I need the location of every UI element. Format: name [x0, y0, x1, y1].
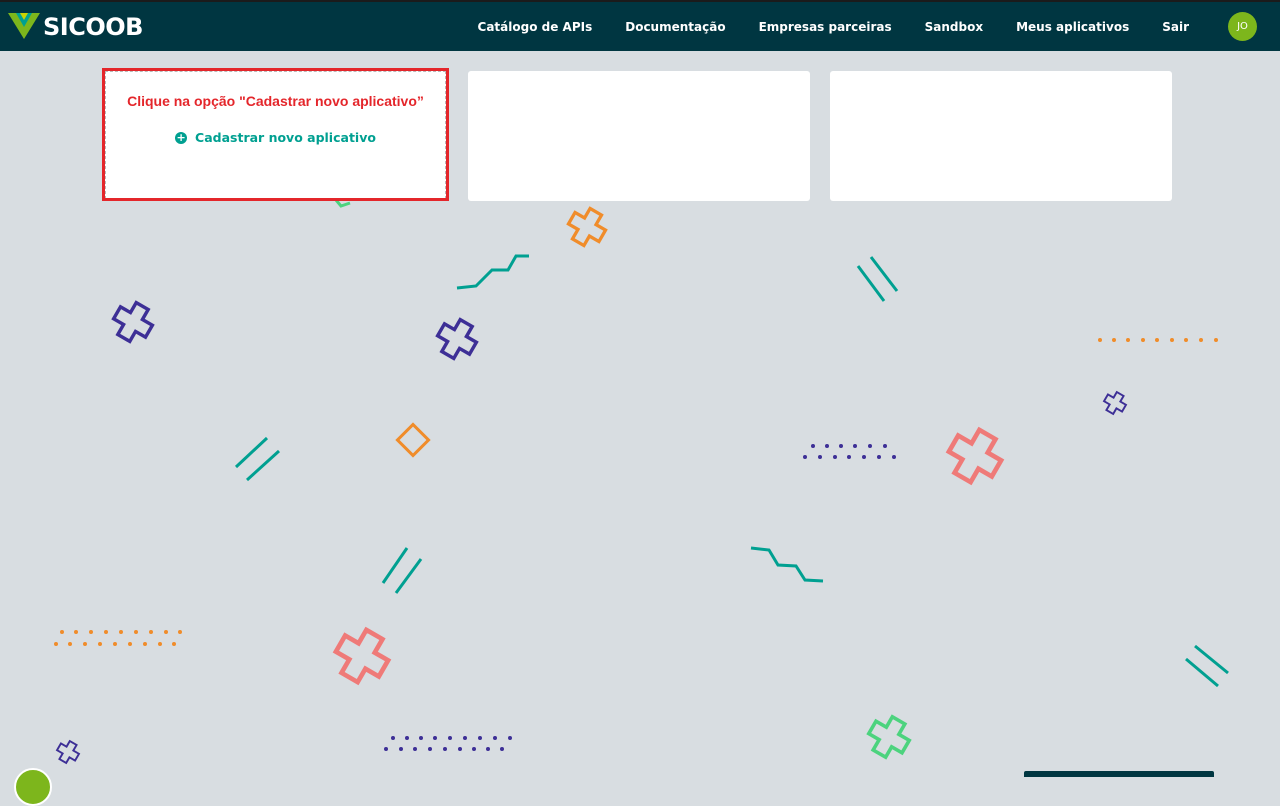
top-navigation-bar: SICOOB Catálogo de APIs Documentação Emp… — [0, 0, 1280, 51]
app-card-placeholder — [830, 71, 1172, 201]
slash-decoration — [245, 449, 281, 482]
register-new-app-label: Cadastrar novo aplicativo — [195, 130, 376, 145]
dots-decoration — [54, 338, 1218, 646]
diamond-decoration — [395, 422, 431, 458]
nav-documentacao[interactable]: Documentação — [625, 20, 725, 34]
plus-circle-icon: + — [175, 130, 188, 144]
sicoob-logo-icon — [8, 13, 40, 39]
cross-decoration — [111, 300, 155, 344]
cross-decoration — [866, 714, 912, 760]
user-avatar[interactable]: JO — [1228, 12, 1257, 41]
nav-sandbox[interactable]: Sandbox — [925, 20, 983, 34]
cross-decoration — [566, 206, 608, 248]
sicoob-logo[interactable]: SICOOB — [8, 12, 143, 42]
logo-text: SICOOB — [43, 13, 143, 41]
nav-empresas-parceiras[interactable]: Empresas parceiras — [759, 20, 892, 34]
zigzag-decoration — [750, 546, 824, 583]
slash-decoration — [381, 547, 409, 584]
cross-decoration — [435, 317, 479, 361]
cross-decoration — [55, 739, 81, 765]
register-new-app-button[interactable]: + Cadastrar novo aplicativo — [106, 130, 445, 145]
instruction-hint: Clique na opção "Cadastrar novo aplicati… — [127, 93, 424, 109]
cross-decoration — [1102, 390, 1128, 416]
zigzag-decoration — [456, 254, 529, 290]
slash-decoration — [394, 558, 423, 594]
cross-decoration — [945, 426, 1005, 486]
dots-decoration — [384, 444, 896, 751]
new-app-card[interactable]: Clique na opção "Cadastrar novo aplicati… — [105, 71, 446, 199]
chat-button[interactable] — [14, 768, 52, 806]
nav-meus-aplicativos[interactable]: Meus aplicativos — [1016, 20, 1129, 34]
slash-decoration — [234, 436, 269, 469]
cross-decoration — [332, 626, 392, 686]
bottom-panel-tab[interactable] — [1024, 771, 1214, 777]
nav-sair[interactable]: Sair — [1162, 20, 1189, 34]
slash-decoration — [869, 256, 899, 292]
zigzag-decoration — [334, 199, 351, 208]
nav-catalogo-apis[interactable]: Catálogo de APIs — [478, 20, 593, 34]
slash-decoration — [1185, 657, 1219, 688]
app-card-placeholder — [468, 71, 810, 201]
main-nav: Catálogo de APIs Documentação Empresas p… — [478, 2, 1280, 51]
